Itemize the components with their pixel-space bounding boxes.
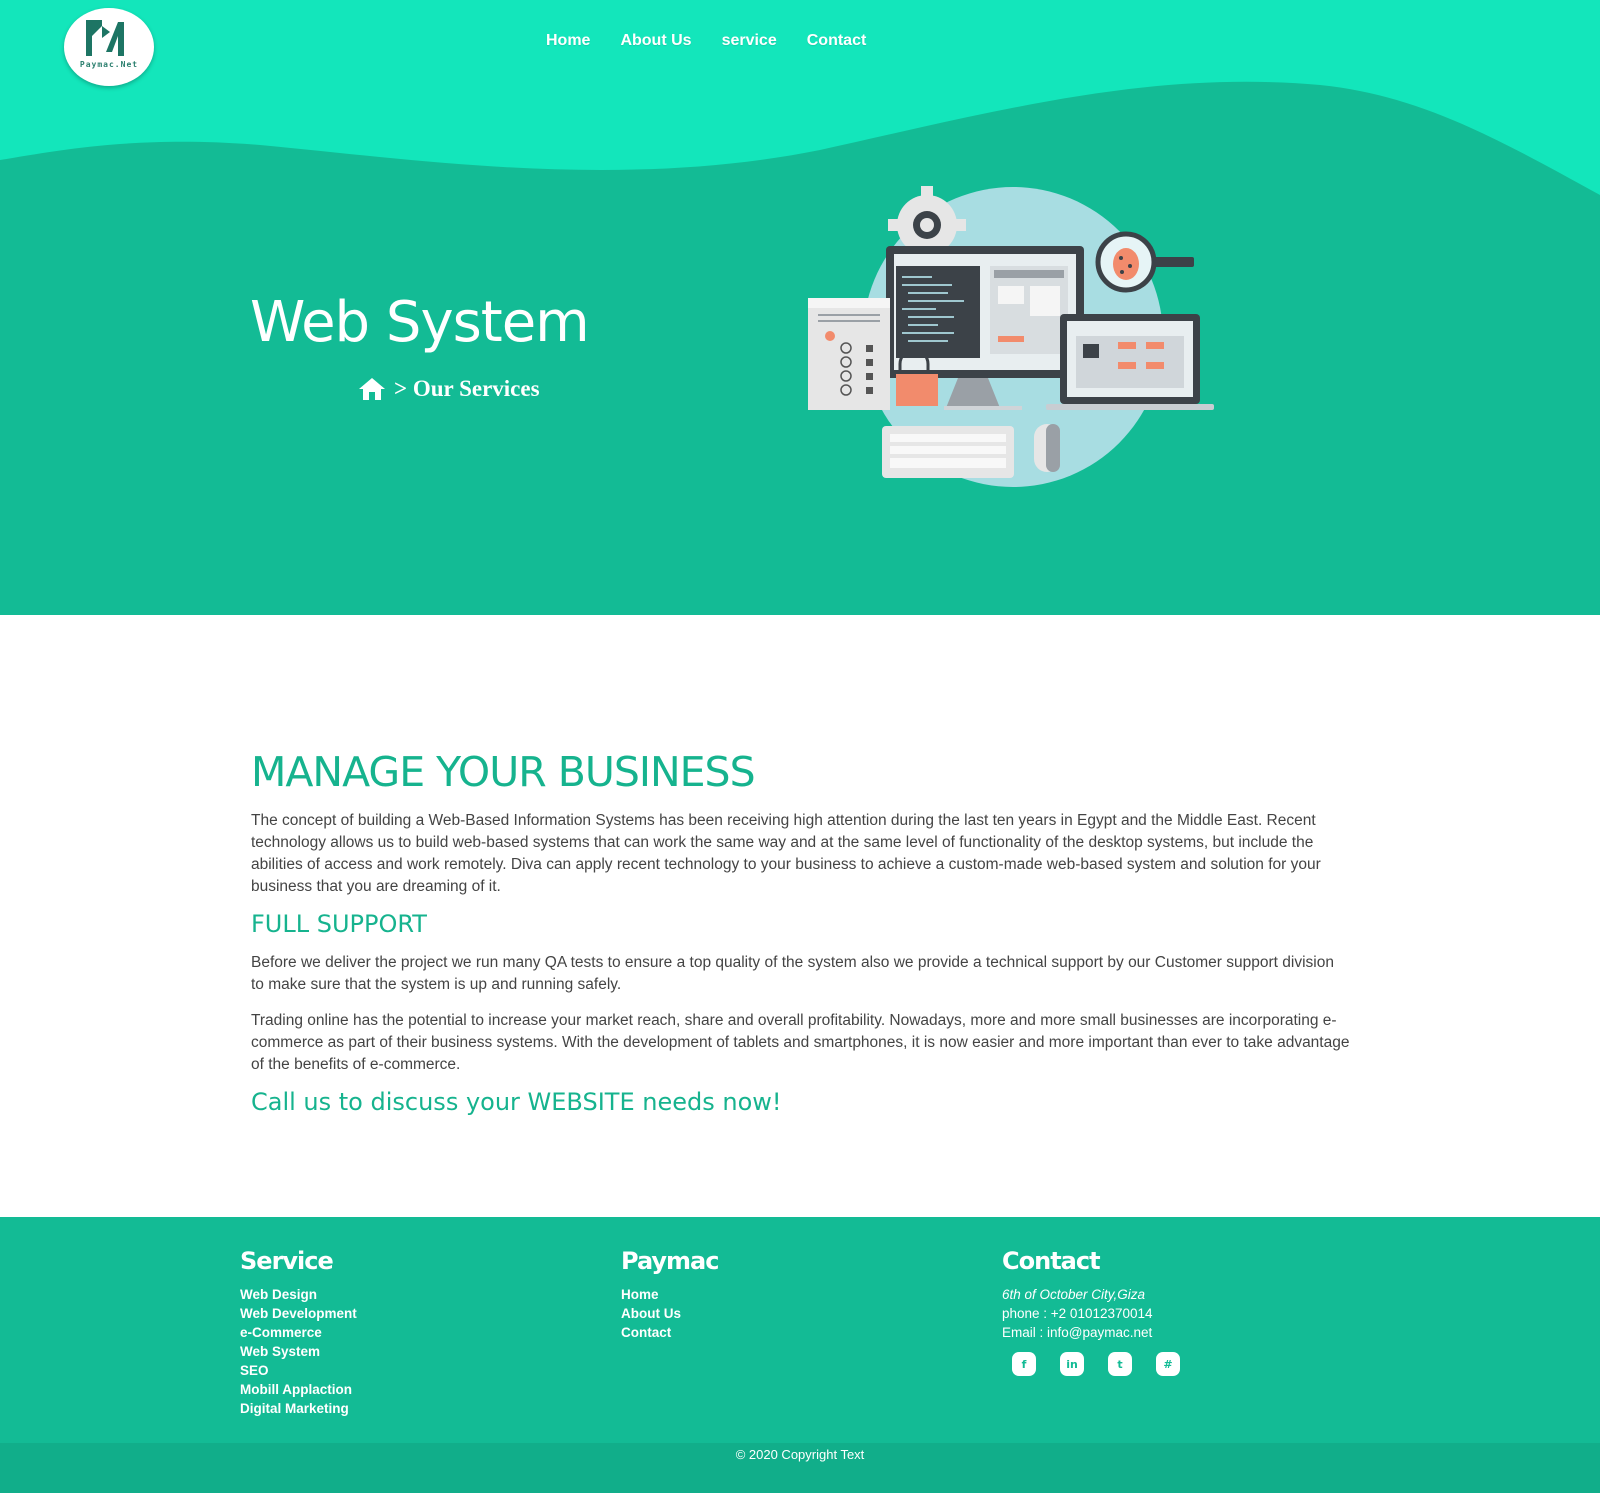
footer-paymac-column: Paymac Home About Us Contact <box>621 1247 719 1342</box>
copyright-text: © 2020 Copyright Text <box>735 1447 865 1462</box>
footer-link-seo[interactable]: SEO <box>240 1361 357 1380</box>
contact-phone: phone : +2 01012370014 <box>1002 1306 1153 1321</box>
hero-wave <box>0 0 1600 195</box>
call-to-action: Call us to discuss your WEBSITE needs no… <box>251 1088 782 1116</box>
copyright-bar: © 2020 Copyright Text <box>0 1443 1600 1493</box>
home-icon[interactable] <box>358 377 386 401</box>
footer-link-digital-marketing[interactable]: Digital Marketing <box>240 1399 357 1418</box>
footer-link-web-system[interactable]: Web System <box>240 1342 357 1361</box>
footer-service-title: Service <box>240 1247 334 1275</box>
main-content: MANAGE YOUR BUSINESS The concept of buil… <box>251 748 1351 1116</box>
logo[interactable]: Paymac.Net <box>64 8 154 86</box>
slack-icon[interactable]: # <box>1156 1352 1180 1376</box>
nav-about-us[interactable]: About Us <box>620 32 691 50</box>
footer-contact-column: Contact 6th of October City,Giza phone :… <box>1002 1247 1180 1376</box>
logo-mark-icon <box>86 20 124 56</box>
footer-service-column: Service Web Design Web Development e-Com… <box>240 1247 357 1418</box>
footer-contact-title: Contact <box>1002 1247 1101 1275</box>
nav-service[interactable]: service <box>722 32 777 50</box>
social-links: f in t # <box>1002 1352 1180 1376</box>
trading-paragraph: Trading online has the potential to incr… <box>251 1012 1350 1073</box>
footer-link-home[interactable]: Home <box>621 1285 718 1304</box>
breadcrumb-current: > Our Services <box>394 376 540 401</box>
footer-link-web-development[interactable]: Web Development <box>240 1304 357 1323</box>
logo-text: Paymac.Net <box>79 60 139 69</box>
linkedin-icon[interactable]: in <box>1060 1352 1084 1376</box>
footer-link-about-us[interactable]: About Us <box>621 1304 718 1323</box>
hero-section: Paymac.Net Home About Us service Contact… <box>0 0 1600 615</box>
intro-paragraph: The concept of building a Web-Based Info… <box>251 812 1321 895</box>
footer-link-e-commerce[interactable]: e-Commerce <box>240 1323 357 1342</box>
footer-link-web-design[interactable]: Web Design <box>240 1285 357 1304</box>
twitter-icon[interactable]: t <box>1108 1352 1132 1376</box>
facebook-icon[interactable]: f <box>1012 1352 1036 1376</box>
main-nav: Home About Us service Contact <box>546 32 896 50</box>
support-paragraph: Before we deliver the project we run man… <box>251 954 1334 993</box>
section-heading: MANAGE YOUR BUSINESS <box>251 748 756 796</box>
contact-address: 6th of October City,Giza <box>1002 1287 1146 1302</box>
breadcrumb: > Our Services <box>358 376 540 402</box>
footer: Service Web Design Web Development e-Com… <box>0 1217 1600 1443</box>
support-heading: FULL SUPPORT <box>251 910 427 938</box>
contact-email: Email : info@paymac.net <box>1002 1325 1153 1340</box>
nav-home[interactable]: Home <box>546 32 590 50</box>
footer-link-mobile-application[interactable]: Mobill Applaction <box>240 1380 357 1399</box>
footer-link-contact[interactable]: Contact <box>621 1323 718 1342</box>
web-system-illustration <box>808 186 1214 487</box>
nav-contact[interactable]: Contact <box>807 32 867 50</box>
page-title: Web System <box>250 290 590 355</box>
footer-paymac-title: Paymac <box>621 1247 719 1275</box>
